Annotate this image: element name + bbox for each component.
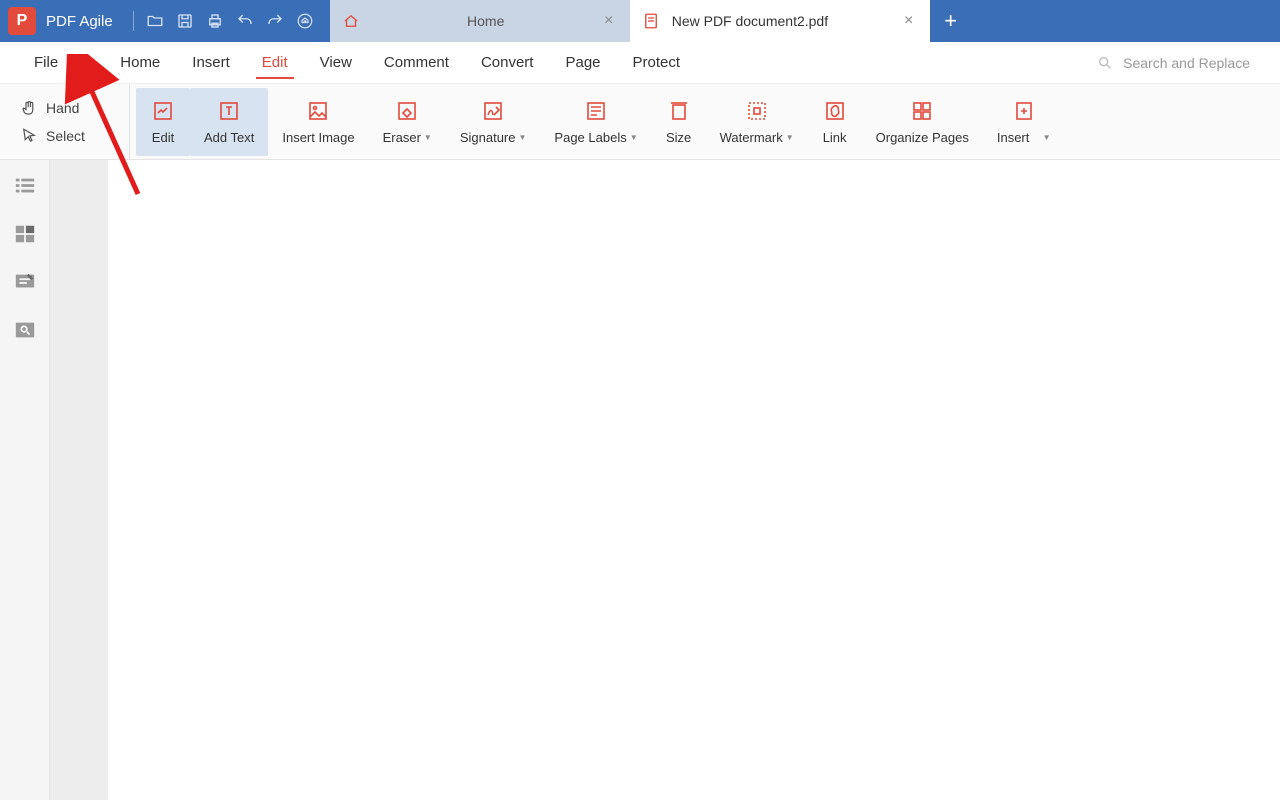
ribbon-signature[interactable]: Signature▼ (446, 88, 541, 156)
ribbon-insert-image-label: Insert Image (282, 130, 354, 145)
document-tabs: Home × New PDF document2.pdf × + (330, 0, 972, 42)
tool-hand-label: Hand (46, 100, 79, 116)
chevron-down-icon: ▼ (68, 60, 76, 69)
ribbon-organize-pages[interactable]: Organize Pages (862, 88, 983, 156)
new-tab-button[interactable]: + (930, 0, 972, 42)
chevron-down-icon: ▼ (519, 133, 527, 142)
chevron-down-icon: ▼ (1043, 133, 1051, 142)
search-panel-icon[interactable] (12, 318, 38, 342)
print-icon[interactable] (200, 6, 230, 36)
thumbnails-panel-icon[interactable] (12, 222, 38, 246)
menu-convert[interactable]: Convert (465, 50, 550, 75)
app-logo: P (8, 7, 36, 35)
menu-edit[interactable]: Edit (246, 50, 304, 75)
ribbon-add-text-label: Add Text (204, 130, 254, 145)
insert-page-icon (1011, 98, 1037, 124)
open-folder-icon[interactable] (140, 6, 170, 36)
image-icon (305, 98, 331, 124)
search-placeholder: Search and Replace (1123, 55, 1250, 71)
ribbon-page-labels[interactable]: Page Labels ▼ (540, 88, 651, 156)
side-panel (0, 160, 50, 800)
ribbon-size-label: Size (666, 130, 691, 145)
ribbon-add-text[interactable]: Add Text (190, 88, 268, 156)
title-bar: P PDF Agile Home × New PDF document2.pdf (0, 0, 1280, 42)
outline-panel-icon[interactable] (12, 174, 38, 198)
link-icon (822, 98, 848, 124)
undo-icon[interactable] (230, 6, 260, 36)
workspace (0, 160, 1280, 800)
menu-insert[interactable]: Insert (176, 50, 246, 75)
tab-close-document[interactable]: × (900, 12, 918, 30)
ribbon-edit-label: Edit (152, 130, 174, 145)
watermark-icon (744, 98, 770, 124)
menu-protect[interactable]: Protect (617, 50, 697, 75)
text-icon (216, 98, 242, 124)
tab-home[interactable]: Home × (330, 0, 630, 42)
ribbon-watermark[interactable]: Watermark▼ (706, 88, 808, 156)
size-icon (666, 98, 692, 124)
ribbon: Hand Select Edit Add Text Insert Image E… (0, 84, 1280, 160)
tab-document[interactable]: New PDF document2.pdf × (630, 0, 930, 42)
ribbon-insert-label: Insert (997, 130, 1030, 145)
cursor-icon (20, 127, 38, 145)
tool-select-label: Select (46, 128, 85, 144)
tab-close-home[interactable]: × (600, 12, 618, 30)
ribbon-organize-label: Organize Pages (876, 130, 969, 145)
ribbon-tools: Edit Add Text Insert Image Eraser ▼ Sign… (130, 84, 1065, 159)
search-and-replace[interactable]: Search and Replace (1097, 55, 1280, 71)
menu-page[interactable]: Page (549, 50, 616, 75)
ribbon-signature-label: Signature (460, 130, 516, 145)
ribbon-watermark-label: Watermark (720, 130, 783, 145)
pdf-file-icon (642, 12, 660, 30)
ribbon-insert-image[interactable]: Insert Image (268, 88, 368, 156)
comments-panel-icon[interactable] (12, 270, 38, 294)
home-icon (342, 12, 360, 30)
app-name: PDF Agile (46, 13, 113, 30)
ribbon-link[interactable]: Link (808, 88, 862, 156)
menu-file[interactable]: File ▼ (18, 50, 104, 75)
ribbon-size[interactable]: Size (652, 88, 706, 156)
chevron-down-icon: ▼ (424, 133, 432, 142)
tab-document-label: New PDF document2.pdf (672, 13, 900, 29)
ribbon-insert-page[interactable]: Insert ▼ (983, 88, 1065, 156)
ribbon-link-label: Link (823, 130, 847, 145)
menu-bar: File ▼ Home Insert Edit View Comment Con… (0, 42, 1280, 84)
page-gutter (50, 160, 108, 800)
ribbon-eraser-label: Eraser (383, 130, 421, 145)
page-labels-icon (583, 98, 609, 124)
menu-home[interactable]: Home (104, 50, 176, 75)
tool-select[interactable]: Select (20, 122, 129, 150)
chevron-down-icon: ▼ (630, 133, 638, 142)
redo-icon[interactable] (260, 6, 290, 36)
ribbon-eraser[interactable]: Eraser ▼ (369, 88, 446, 156)
search-icon (1097, 55, 1113, 71)
home-circle-icon[interactable] (290, 6, 320, 36)
signature-icon (480, 98, 506, 124)
ribbon-page-labels-label: Page Labels (554, 130, 626, 145)
separator (133, 11, 134, 31)
hand-icon (20, 99, 38, 117)
tab-home-label: Home (372, 13, 600, 29)
tool-hand[interactable]: Hand (20, 94, 129, 122)
ribbon-left-tools: Hand Select (0, 84, 130, 159)
save-icon[interactable] (170, 6, 200, 36)
chevron-down-icon: ▼ (786, 133, 794, 142)
page-canvas[interactable] (108, 160, 1280, 800)
menu-file-label: File (34, 54, 58, 71)
edit-content-icon (150, 98, 176, 124)
menu-comment[interactable]: Comment (368, 50, 465, 75)
organize-icon (909, 98, 935, 124)
eraser-icon (394, 98, 420, 124)
menu-view[interactable]: View (304, 50, 368, 75)
ribbon-edit[interactable]: Edit (136, 88, 190, 156)
